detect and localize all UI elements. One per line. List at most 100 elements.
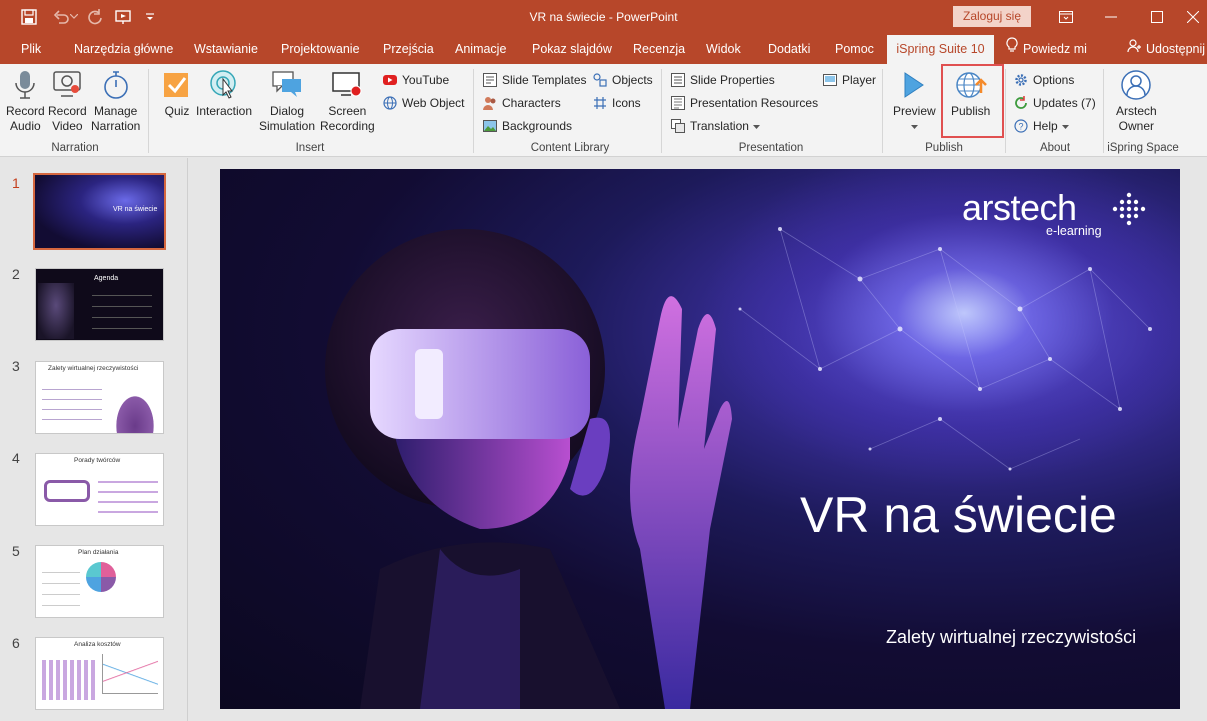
tab-recenzja[interactable]: Recenzja (633, 35, 685, 64)
share-label: Udostępnij (1146, 42, 1206, 56)
group-separator (661, 69, 662, 153)
about-group-label: About (1039, 142, 1071, 154)
screen-recording-label: Screen Recording (320, 104, 375, 133)
thumbnail-lines (42, 660, 96, 700)
slide-templates-button[interactable]: Slide Templates (482, 70, 587, 90)
thumbnail-title: Agenda (94, 275, 119, 282)
owner-account-button[interactable]: Arstech Owner (1116, 68, 1157, 134)
preview-dropdown-icon (910, 119, 918, 129)
slide-thumbnail-1[interactable]: VR na świecie (33, 173, 166, 250)
icons-button[interactable]: Icons (592, 93, 641, 113)
objects-button[interactable]: Objects (592, 70, 653, 90)
objects-icon (592, 72, 608, 88)
tab-wstawianie[interactable]: Wstawianie (194, 35, 258, 64)
youtube-button[interactable]: YouTube (382, 70, 449, 90)
thumbnail-chart (102, 654, 158, 694)
options-button[interactable]: Options (1013, 70, 1074, 90)
tab-przejscia[interactable]: Przejścia (383, 35, 434, 64)
slide-title[interactable]: VR na świecie (800, 486, 1117, 544)
screen-recording-button[interactable]: Screen Recording (320, 68, 375, 134)
tab-animacje[interactable]: Animacje (455, 35, 506, 64)
gear-icon (1013, 72, 1029, 88)
tell-me-search[interactable]: Powiedz mi (1006, 35, 1087, 64)
interaction-button[interactable]: Interaction (196, 68, 252, 119)
redo-icon[interactable] (84, 6, 106, 28)
tab-narzedzia-glowne[interactable]: Narzędzia główne (74, 35, 173, 64)
slide-properties-label: Slide Properties (690, 73, 775, 87)
login-button[interactable]: Zaloguj się (953, 6, 1031, 27)
translation-button[interactable]: Translation (670, 116, 760, 136)
slide-thumbnails-panel: 1 VR na świecie 2 Agenda 3 Zalety wirtua… (0, 158, 188, 721)
dialog-simulation-button[interactable]: Dialog Simulation (259, 68, 315, 134)
lightbulb-icon (1006, 35, 1018, 64)
record-audio-button[interactable]: Record Audio (6, 68, 45, 134)
help-button[interactable]: ? Help (1013, 116, 1069, 136)
slide-subtitle[interactable]: Zalety wirtualnej rzeczywistości (886, 627, 1136, 648)
slide-thumbnail-4[interactable]: Porady twórców (35, 453, 164, 526)
slide-properties-button[interactable]: Slide Properties (670, 70, 775, 90)
characters-button[interactable]: Characters (482, 93, 561, 113)
ispring-space-group-label: iSpring Space (1107, 142, 1179, 154)
quiz-button[interactable]: Quiz (160, 68, 194, 119)
maximize-icon[interactable] (1146, 6, 1168, 28)
logo-tagline: e-learning (1046, 224, 1102, 238)
group-separator (882, 69, 883, 153)
customize-toolbar-icon[interactable] (142, 6, 158, 28)
slide-number: 5 (12, 543, 20, 559)
tab-pomoc[interactable]: Pomoc (835, 35, 874, 64)
manage-narration-button[interactable]: Manage Narration (91, 68, 140, 134)
thumbnail-lines (42, 384, 102, 428)
record-video-label: Record Video (48, 104, 87, 133)
ribbon-display-options-icon[interactable] (1055, 6, 1077, 28)
ribbon-tab-row: Plik Narzędzia główne Wstawianie Projekt… (0, 35, 1207, 64)
undo-dropdown-icon[interactable] (68, 6, 80, 28)
save-icon[interactable] (18, 6, 40, 28)
owner-label: Arstech Owner (1116, 104, 1157, 133)
from-beginning-icon[interactable] (113, 6, 135, 28)
slide-thumbnail-5[interactable]: Plan działania (35, 545, 164, 618)
slide-thumbnail-2[interactable]: Agenda (35, 268, 164, 341)
tab-dodatki[interactable]: Dodatki (768, 35, 810, 64)
tab-widok[interactable]: Widok (706, 35, 741, 64)
player-button[interactable]: Player (822, 70, 876, 90)
help-icon: ? (1013, 118, 1029, 134)
thumbnail-photo (38, 283, 74, 339)
svg-text:?: ? (1018, 122, 1023, 132)
thumbnail-title: Porady twórców (74, 457, 121, 464)
user-avatar-icon (1119, 68, 1153, 102)
group-separator (473, 69, 474, 153)
player-icon (822, 72, 838, 88)
publish-highlight-frame (941, 64, 1004, 138)
slide-thumbnail-3[interactable]: Zalety wirtualnej rzeczywistości (35, 361, 164, 434)
tab-projektowanie[interactable]: Projektowanie (281, 35, 360, 64)
close-icon[interactable] (1182, 6, 1204, 28)
thumbnail-title: VR na świecie (113, 206, 158, 213)
insert-group-label: Insert (295, 142, 325, 154)
web-object-button[interactable]: Web Object (382, 93, 464, 113)
slide-properties-icon (670, 72, 686, 88)
translation-label: Translation (690, 119, 749, 133)
updates-button[interactable]: Updates (7) (1013, 93, 1096, 113)
help-label: Help (1033, 119, 1058, 133)
slide-templates-icon (482, 72, 498, 88)
presentation-group-label: Presentation (738, 142, 804, 154)
presentation-resources-button[interactable]: Presentation Resources (670, 93, 818, 113)
minimize-icon[interactable] (1100, 6, 1122, 28)
tab-pokaz-slajdow[interactable]: Pokaz slajdów (532, 35, 612, 64)
share-button[interactable]: Udostępnij (1127, 35, 1205, 64)
slide-number: 4 (12, 450, 20, 466)
group-separator (1103, 69, 1104, 153)
tab-plik[interactable]: Plik (21, 35, 41, 64)
preview-button[interactable]: Preview (893, 68, 936, 129)
play-icon (897, 68, 931, 102)
quiz-label: Quiz (164, 104, 190, 118)
tab-ispring-suite[interactable]: iSpring Suite 10 (887, 35, 994, 64)
slide-number: 3 (12, 358, 20, 374)
group-separator (1005, 69, 1006, 153)
icons-library-icon (592, 95, 608, 111)
backgrounds-button[interactable]: Backgrounds (482, 116, 572, 136)
thumbnail-title: Analiza kosztów (74, 641, 121, 648)
slide-thumbnail-6[interactable]: Analiza kosztów (35, 637, 164, 710)
ribbon: Record Audio Record Video Manage Narrati… (0, 64, 1207, 157)
record-video-button[interactable]: Record Video (48, 68, 87, 134)
